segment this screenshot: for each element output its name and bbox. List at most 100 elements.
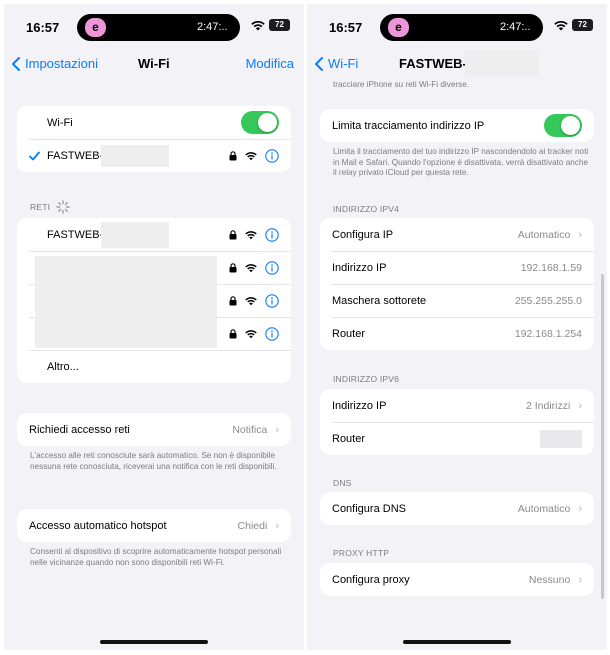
ipv6-address-value-group: 2 Indirizzi › — [526, 400, 582, 412]
redacted-block — [465, 50, 539, 76]
ipv4-header: INDIRIZZO IPV4 — [333, 204, 400, 214]
chevron-right-icon: › — [578, 502, 582, 515]
home-indicator[interactable] — [403, 640, 511, 644]
hotspot-card: Accesso automatico hotspot Chiedi › — [17, 509, 291, 542]
router-label: Router — [332, 327, 366, 340]
other-network-row[interactable]: Altro... — [17, 350, 291, 383]
dynamic-island[interactable]: e 2:47:.. — [380, 14, 543, 41]
dns-header: DNS — [333, 478, 352, 488]
wifi-signal-icon — [554, 20, 568, 30]
ipv6-address-value: 2 Indirizzi — [525, 399, 571, 412]
wifi-toggle-row: Wi-Fi — [17, 106, 291, 139]
configure-dns-value: Automatico — [517, 502, 571, 515]
chevron-left-icon — [315, 56, 323, 71]
back-button[interactable]: Impostazioni — [12, 56, 98, 71]
subnet-mask-row: Maschera sottorete 255.255.255.0 — [320, 284, 594, 317]
info-icon[interactable] — [265, 260, 279, 275]
ipv4-card: Configura IP Automatico › Indirizzo IP 1… — [320, 218, 594, 350]
battery-icon: 72 — [269, 19, 290, 31]
app-icon: e — [388, 18, 409, 37]
hotspot-note: Consenti al dispositivo di scoprire auto… — [30, 547, 282, 567]
configure-proxy-value: Nessuno — [528, 573, 571, 586]
chevron-right-icon: › — [578, 573, 582, 586]
lock-icon — [229, 295, 237, 305]
home-indicator[interactable] — [100, 640, 208, 644]
configure-ip-row[interactable]: Configura IP Automatico › — [320, 218, 594, 251]
limit-tracking-row: Limita tracciamento indirizzo IP — [320, 109, 594, 142]
redacted-block — [35, 256, 217, 348]
wifi-signal-icon — [245, 329, 257, 338]
status-time: 16:57 — [26, 20, 60, 35]
lock-icon — [229, 262, 237, 272]
proxy-card: Configura proxy Nessuno › — [320, 563, 594, 596]
info-icon[interactable] — [265, 148, 279, 163]
network-details-screen: 16:57 e 2:47:.. 72 Wi-Fi FASTWEB- tracci… — [307, 4, 607, 650]
hotspot-label: Accesso automatico hotspot — [29, 519, 167, 532]
configure-dns-row[interactable]: Configura DNS Automatico › — [320, 492, 594, 525]
ask-join-note: L'accesso alle reti conosciute sarà auto… — [30, 451, 277, 471]
networks-header-label: RETI — [30, 202, 51, 212]
ask-join-value-group: Notifica › — [232, 424, 279, 436]
dns-card: Configura DNS Automatico › — [320, 492, 594, 525]
scrollbar[interactable] — [601, 274, 604, 599]
back-label: Impostazioni — [25, 56, 98, 71]
wifi-card: Wi-Fi FASTWEB- — [17, 106, 291, 172]
loading-spinner-icon — [56, 200, 70, 214]
network-icons — [229, 326, 279, 341]
app-icon: e — [85, 18, 106, 37]
navigation-bar: Impostazioni Wi-Fi Modifica — [4, 52, 304, 80]
other-network-label: Altro... — [47, 360, 79, 373]
connected-network-name: FASTWEB- — [47, 149, 104, 162]
limit-tracking-toggle[interactable] — [544, 114, 582, 137]
back-button[interactable]: Wi-Fi — [315, 56, 358, 71]
dynamic-island[interactable]: e 2:47:.. — [77, 14, 240, 41]
status-bar: 16:57 e 2:47:.. 72 — [307, 4, 607, 50]
system-icons: 72 — [554, 19, 593, 31]
configure-proxy-label: Configura proxy — [332, 573, 410, 586]
info-icon[interactable] — [265, 227, 279, 242]
configure-ip-value-group: Automatico › — [518, 229, 582, 241]
network-row[interactable]: FASTWEB- — [17, 218, 291, 251]
page-title: Wi-Fi — [138, 56, 170, 71]
hotspot-row[interactable]: Accesso automatico hotspot Chiedi › — [17, 509, 291, 542]
configure-dns-value-group: Automatico › — [518, 503, 582, 515]
ip-address-row: Indirizzo IP 192.168.1.59 — [320, 251, 594, 284]
ipv6-address-label: Indirizzo IP — [332, 399, 387, 412]
checkmark-icon — [29, 151, 40, 160]
lock-icon — [229, 328, 237, 338]
ask-join-card: Richiedi accesso reti Notifica › — [17, 413, 291, 446]
status-time: 16:57 — [329, 20, 363, 35]
network-icons — [229, 260, 279, 275]
ipv6-router-row: Router — [320, 422, 594, 455]
ask-join-row[interactable]: Richiedi accesso reti Notifica › — [17, 413, 291, 446]
lock-icon — [229, 150, 237, 160]
wifi-settings-screen: 16:57 e 2:47:.. 72 Impostazioni Wi-Fi Mo… — [4, 4, 304, 650]
ipv6-header: INDIRIZZO IPV6 — [333, 374, 400, 384]
redacted-block — [101, 221, 170, 248]
configure-ip-label: Configura IP — [332, 228, 394, 241]
ipv6-router-value-group — [532, 429, 582, 448]
network-icons — [229, 227, 279, 242]
hotspot-value: Chiedi — [237, 519, 268, 532]
router-value: 192.168.1.254 — [514, 327, 582, 340]
wifi-toggle[interactable] — [241, 111, 279, 134]
configure-proxy-row[interactable]: Configura proxy Nessuno › — [320, 563, 594, 596]
info-icon[interactable] — [265, 326, 279, 341]
subnet-mask-label: Maschera sottorete — [332, 294, 427, 307]
connected-network-row[interactable]: FASTWEB- — [17, 139, 291, 172]
subnet-mask-value: 255.255.255.0 — [514, 294, 582, 307]
navigation-bar: Wi-Fi FASTWEB- — [307, 50, 607, 80]
redacted-block — [540, 429, 582, 448]
ask-join-value: Notifica — [232, 423, 268, 436]
wifi-signal-icon — [245, 296, 257, 305]
chevron-left-icon — [12, 56, 20, 71]
info-icon[interactable] — [265, 293, 279, 308]
edit-button[interactable]: Modifica — [246, 56, 294, 71]
limit-tracking-label: Limita tracciamento indirizzo IP — [332, 119, 485, 132]
wifi-signal-icon — [245, 151, 257, 160]
ask-join-label: Richiedi accesso reti — [29, 423, 130, 436]
live-activity-time: 2:47:.. — [500, 21, 531, 33]
chevron-right-icon: › — [275, 423, 279, 436]
ip-address-label: Indirizzo IP — [332, 261, 387, 274]
ipv6-address-row[interactable]: Indirizzo IP 2 Indirizzi › — [320, 389, 594, 422]
